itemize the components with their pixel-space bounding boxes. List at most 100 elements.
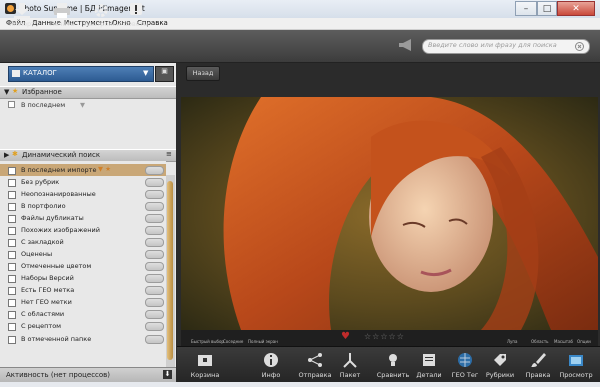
categories-button[interactable]: Рубрики bbox=[480, 352, 520, 379]
batch-button[interactable]: Пакет bbox=[330, 352, 370, 379]
item-label: Есть ГЕО метка bbox=[21, 286, 75, 294]
toggle[interactable] bbox=[145, 286, 164, 295]
quick-select-label[interactable]: Быстрый выбор bbox=[191, 339, 224, 344]
photo-preview[interactable] bbox=[181, 97, 598, 330]
search-input[interactable]: Введите слово или фразу для поиска bbox=[428, 41, 557, 49]
edit-label: Правка bbox=[525, 371, 551, 379]
list-item[interactable]: Похожих изображений bbox=[0, 224, 166, 236]
neighbors-label[interactable]: Соседние bbox=[223, 339, 243, 344]
options-label[interactable]: Опции bbox=[577, 339, 591, 344]
checkbox[interactable] bbox=[8, 191, 16, 199]
list-item[interactable]: Отмеченные цветом bbox=[0, 260, 166, 272]
toggle[interactable] bbox=[145, 226, 164, 235]
share-button[interactable]: Отправка bbox=[295, 352, 335, 379]
details-button[interactable]: Детали bbox=[409, 352, 449, 379]
toggle[interactable] bbox=[145, 335, 164, 344]
toggle[interactable] bbox=[145, 262, 164, 271]
checkbox[interactable] bbox=[8, 263, 16, 271]
list-item[interactable]: С областями bbox=[0, 308, 166, 320]
compare-button[interactable]: Сравнить bbox=[373, 352, 413, 379]
checkbox[interactable] bbox=[8, 239, 16, 247]
list-item[interactable]: Без рубрик bbox=[0, 176, 166, 188]
window-bottom-border bbox=[0, 382, 600, 387]
edit-button[interactable]: Правка bbox=[518, 352, 558, 379]
tips-icon bbox=[130, 3, 142, 15]
toggle[interactable] bbox=[145, 250, 164, 259]
toggle[interactable] bbox=[145, 274, 164, 283]
list-item[interactable]: Есть ГЕО метка bbox=[0, 284, 166, 296]
scrollbar-thumb[interactable] bbox=[167, 181, 173, 360]
catalog-label: КАТАЛОГ bbox=[23, 69, 57, 77]
list-item[interactable]: Наборы Версий bbox=[0, 272, 166, 284]
list-item[interactable]: Файлы дубликаты bbox=[0, 212, 166, 224]
region-label[interactable]: Область bbox=[531, 339, 549, 344]
checkbox[interactable] bbox=[8, 287, 16, 295]
checkbox[interactable] bbox=[8, 311, 16, 319]
toggle[interactable] bbox=[145, 322, 164, 331]
list-item[interactable]: Оценены bbox=[0, 248, 166, 260]
minimize-button[interactable]: – bbox=[515, 1, 537, 16]
item-label: С закладкой bbox=[21, 238, 64, 246]
checkbox[interactable] bbox=[8, 179, 16, 187]
checkbox[interactable] bbox=[8, 299, 16, 307]
scrollbar[interactable] bbox=[166, 175, 175, 368]
compare-label: Сравнить bbox=[376, 371, 410, 379]
back-button[interactable]: Назад bbox=[186, 66, 220, 81]
checkbox[interactable] bbox=[8, 203, 16, 211]
megaphone-icon[interactable] bbox=[398, 38, 414, 52]
list-item[interactable]: В последнем импорте ▼ ★ bbox=[0, 164, 166, 176]
list-item[interactable]: В портфолио bbox=[0, 200, 166, 212]
settings-button[interactable]: Настройки bbox=[84, 3, 121, 28]
tips-button[interactable]: Советы bbox=[119, 3, 153, 28]
favorite-checkbox[interactable] bbox=[8, 101, 15, 108]
list-item[interactable]: С закладкой bbox=[0, 236, 166, 248]
list-item[interactable]: Неопознанированные bbox=[0, 188, 166, 200]
globe-icon bbox=[458, 353, 472, 367]
list-item[interactable]: С рецептом bbox=[0, 320, 166, 332]
info-button[interactable]: Инфо bbox=[251, 352, 291, 379]
geotag-button[interactable]: ГЕО Тег bbox=[445, 352, 485, 379]
toggle[interactable] bbox=[145, 298, 164, 307]
toggle[interactable] bbox=[145, 238, 164, 247]
toggle[interactable] bbox=[145, 190, 164, 199]
favorites-title: Избранное bbox=[22, 88, 62, 96]
item-label: Оценены bbox=[21, 250, 53, 258]
zoom-label[interactable]: Масштаб bbox=[554, 339, 573, 344]
toggle[interactable] bbox=[145, 178, 164, 187]
item-label: Файлы дубликаты bbox=[21, 214, 84, 222]
print-button[interactable]: Печать bbox=[45, 3, 79, 28]
maximize-button[interactable]: □ bbox=[537, 1, 557, 16]
checkbox[interactable] bbox=[8, 167, 16, 175]
fullscreen-label[interactable]: Полный экран bbox=[248, 339, 278, 344]
checkbox[interactable] bbox=[8, 336, 16, 344]
activity-status: Активность (нет процессов) ⬇ bbox=[0, 367, 176, 383]
catalog-options-button[interactable]: ▣ bbox=[155, 66, 174, 82]
checkbox[interactable] bbox=[8, 251, 16, 259]
checkbox[interactable] bbox=[8, 275, 16, 283]
preview-button[interactable]: Просмотр bbox=[556, 352, 596, 379]
toggle[interactable] bbox=[145, 202, 164, 211]
toggle[interactable] bbox=[145, 166, 164, 175]
checkbox[interactable] bbox=[8, 323, 16, 331]
list-item[interactable]: Нет ГЕО метки bbox=[0, 296, 166, 308]
favorites-header[interactable]: ▼ ★ Избранное bbox=[0, 86, 176, 99]
import-button[interactable]: Импорт bbox=[5, 3, 39, 28]
item-label: Нет ГЕО метки bbox=[21, 298, 72, 306]
item-label: С рецептом bbox=[21, 322, 62, 330]
list-item[interactable]: В отмеченной папке bbox=[0, 333, 166, 345]
rating-stars[interactable]: ☆☆☆☆☆ bbox=[364, 332, 405, 341]
close-button[interactable]: ✕ bbox=[557, 1, 595, 16]
loupe-label[interactable]: Лупа bbox=[507, 339, 517, 344]
catalog-dropdown[interactable]: КАТАЛОГ ▼ bbox=[8, 66, 154, 82]
details-icon bbox=[423, 354, 435, 366]
toggle[interactable] bbox=[145, 310, 164, 319]
menu-icon[interactable]: ≡ bbox=[166, 150, 172, 158]
search-clear-icon[interactable] bbox=[575, 42, 584, 51]
checkbox[interactable] bbox=[8, 215, 16, 223]
item-label: В отмеченной папке bbox=[21, 335, 92, 343]
heart-icon[interactable]: ♥ bbox=[341, 331, 350, 342]
basket-button[interactable]: Корзина bbox=[185, 352, 225, 379]
download-icon[interactable]: ⬇ bbox=[163, 370, 172, 379]
checkbox[interactable] bbox=[8, 227, 16, 235]
toggle[interactable] bbox=[145, 214, 164, 223]
